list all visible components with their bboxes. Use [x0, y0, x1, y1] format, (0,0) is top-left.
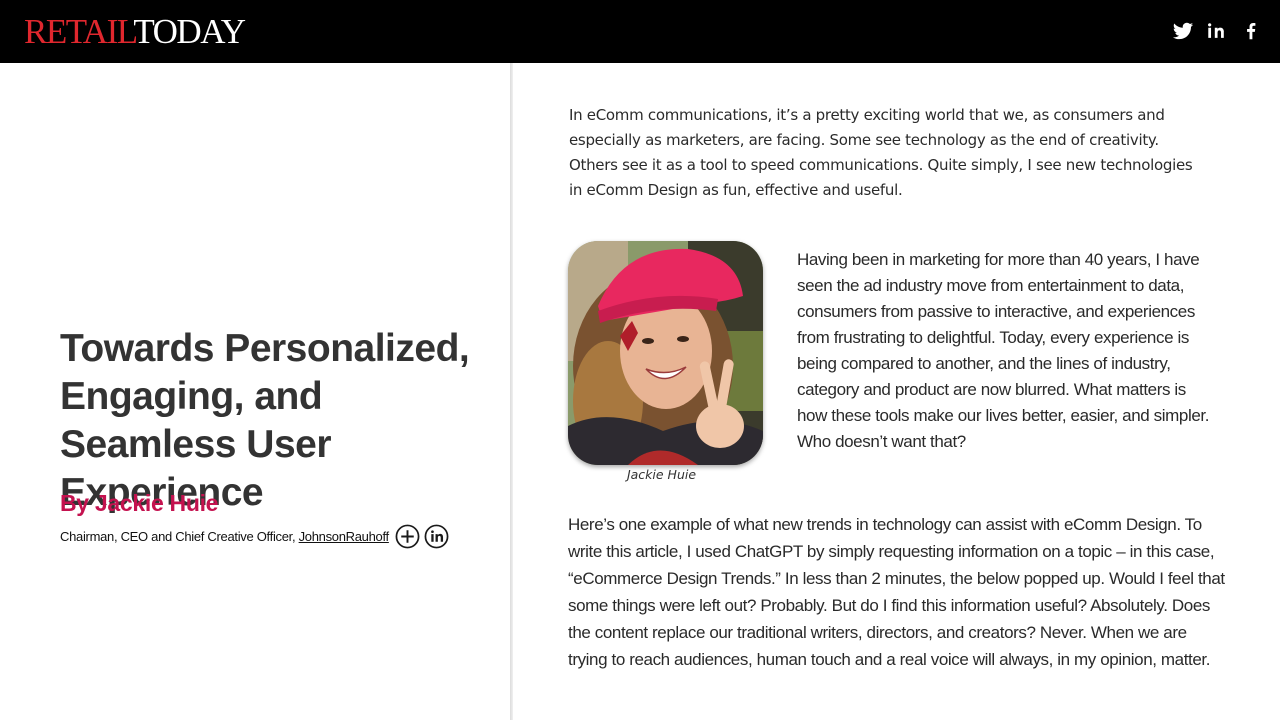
author-social-icons — [395, 524, 449, 549]
author-photo — [568, 241, 763, 465]
article-paragraph-3: Here’s one example of what new trends in… — [568, 515, 1225, 669]
top-header-bar: RETAILTODAY — [0, 0, 1280, 63]
article-header-panel: Towards Personalized, Engaging, and Seam… — [0, 63, 510, 720]
article-paragraph-2: Having been in marketing for more than 4… — [797, 250, 1210, 451]
retail-today-logo[interactable]: RETAILTODAY — [24, 12, 246, 52]
plus-circle-icon[interactable] — [395, 524, 420, 549]
article-byline: By Jackie Huie — [60, 490, 219, 516]
social-links — [1172, 20, 1262, 42]
linkedin-icon[interactable] — [1206, 20, 1228, 42]
twitter-icon[interactable] — [1172, 20, 1194, 42]
logo-today-text: TODAY — [133, 12, 246, 51]
article-intro: In eComm communications, it’s a pretty e… — [569, 106, 1193, 199]
author-role: Chairman, CEO and Chief Creative Officer… — [60, 527, 389, 547]
facebook-icon[interactable] — [1240, 20, 1262, 42]
photo-caption: Jackie Huie — [626, 467, 697, 482]
logo-retail-text: RETAIL — [24, 12, 135, 51]
linkedin-circle-icon[interactable] — [424, 524, 449, 549]
author-company-link[interactable]: JohnsonRauhoff — [299, 529, 390, 544]
author-role-text: Chairman, CEO and Chief Creative Officer… — [60, 529, 299, 544]
article-body: In eComm communications, it’s a pretty e… — [513, 63, 1280, 720]
